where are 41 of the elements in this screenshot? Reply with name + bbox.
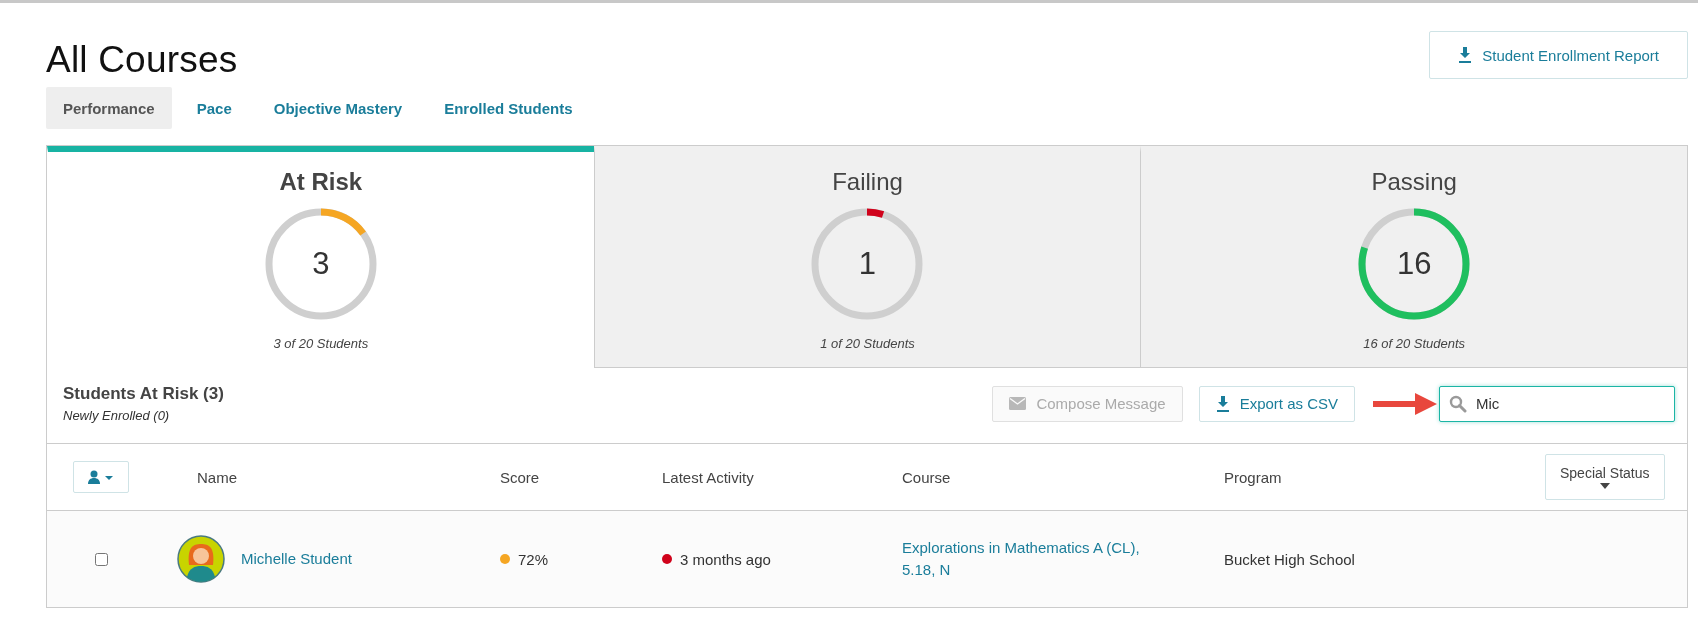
envelope-icon <box>1009 397 1027 410</box>
card-title: Passing <box>1371 168 1457 196</box>
tab[interactable]: Objective Mastery <box>256 87 420 129</box>
card-caption: 3 of 20 Students <box>273 336 369 351</box>
section-subtitle: Newly Enrolled (0) <box>63 408 171 423</box>
download-icon <box>1458 47 1473 63</box>
activity-text: 3 months ago <box>680 550 771 568</box>
summary-card[interactable]: Failing 1 1 of 20 Students <box>593 146 1141 368</box>
column-header: Course <box>902 468 951 486</box>
export-button[interactable]: Export as CSV <box>1198 385 1355 422</box>
column-header: Program <box>1224 468 1282 486</box>
student-name-link[interactable]: Michelle Student <box>241 548 352 570</box>
student-count: 1 <box>857 246 878 282</box>
report-button[interactable]: Student Enrollment Report <box>1429 31 1688 79</box>
page-title: All Courses <box>46 39 238 81</box>
tab[interactable]: Pace <box>179 87 249 129</box>
card-title: At Risk <box>279 168 363 196</box>
tab[interactable]: Performance <box>46 87 172 129</box>
score-text: 72% <box>518 550 549 568</box>
caret-icon <box>1599 483 1610 489</box>
download-icon <box>1215 395 1230 412</box>
search-icon <box>1449 394 1467 413</box>
student-count: 16 <box>1395 246 1433 282</box>
search-field[interactable]: Mic <box>1439 385 1675 422</box>
student-count: 3 <box>311 246 331 282</box>
pointer-arrow <box>1373 391 1437 416</box>
column-header: Score <box>500 468 540 486</box>
card-title: Failing <box>832 168 903 196</box>
summary-card[interactable]: Passing 16 16 of 20 Students <box>1140 146 1687 368</box>
tab[interactable]: Enrolled Students <box>427 87 590 129</box>
program-text: Bucket High School <box>1224 550 1355 568</box>
special-status-dropdown[interactable]: Special Status <box>1545 454 1665 500</box>
person-caret-icon <box>88 470 114 484</box>
user-filter-dropdown[interactable] <box>73 461 129 493</box>
card-caption: 16 of 20 Students <box>1363 336 1466 351</box>
column-header: Name <box>197 468 237 486</box>
section-title: Students At Risk (3) <box>63 384 224 404</box>
row-checkbox[interactable] <box>95 552 108 566</box>
column-header: Latest Activity <box>662 468 754 486</box>
avatar-icon <box>177 535 225 583</box>
card-caption: 1 of 20 Students <box>820 336 915 351</box>
